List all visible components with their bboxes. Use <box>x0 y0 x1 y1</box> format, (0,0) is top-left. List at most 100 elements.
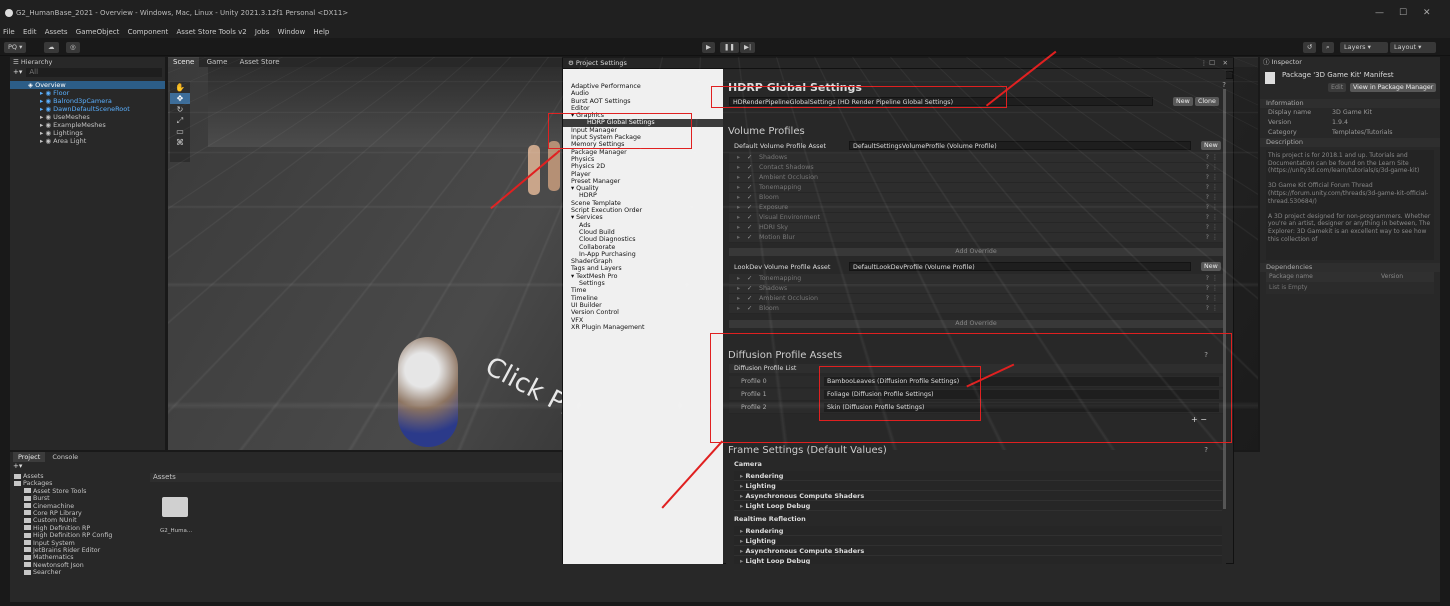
checkbox-icon[interactable]: ✓ <box>747 173 752 183</box>
checkbox-icon[interactable]: ✓ <box>747 233 752 243</box>
menu-edit[interactable]: Edit <box>23 28 37 36</box>
checkbox-icon[interactable]: ✓ <box>747 163 752 173</box>
breadcrumb-assets[interactable]: Assets <box>153 473 176 481</box>
settings-category-item[interactable]: Burst AOT Settings <box>563 98 723 105</box>
more-icon[interactable]: ⋮ <box>1212 294 1218 304</box>
frame-setting-row[interactable]: ▸ Lighting <box>734 536 1222 546</box>
hierarchy-item[interactable]: ▸ ◉ DawnDefaultSceneRoot <box>10 105 165 113</box>
hierarchy-tab[interactable]: Hierarchy <box>21 58 52 66</box>
default-profile-field[interactable]: DefaultSettingsVolumeProfile (Volume Pro… <box>849 141 1191 150</box>
account-dropdown[interactable]: PQ ▾ <box>4 42 27 53</box>
foldout-icon[interactable]: ▸ <box>737 233 740 243</box>
settings-category-item[interactable]: ShaderGraph <box>563 258 723 265</box>
hierarchy-item[interactable]: ▸ ◉ Area Light <box>10 137 165 145</box>
menu-file[interactable]: File <box>3 28 15 36</box>
project-tree-item[interactable]: Core RP Library <box>10 510 148 517</box>
override-row[interactable]: ▸ ✓ Tonemapping? ⋮ <box>729 183 1223 193</box>
hierarchy-item[interactable]: ◈ Overview <box>10 81 165 89</box>
foldout-icon[interactable]: ▸ <box>737 294 740 304</box>
project-tree-item[interactable]: High Definition RP <box>10 525 148 532</box>
help-icon[interactable]: ? <box>1206 304 1209 314</box>
override-row[interactable]: ▸ ✓ Bloom? ⋮ <box>729 193 1223 203</box>
more-icon[interactable]: ⋮ <box>1212 284 1218 294</box>
add-override-button[interactable]: Add Override <box>729 248 1223 256</box>
more-icon[interactable]: ⋮ <box>1212 203 1218 213</box>
minimize-button[interactable]: — <box>1375 0 1384 27</box>
help-icon[interactable]: ? <box>1206 233 1209 243</box>
inspector-tab[interactable]: Inspector <box>1272 58 1302 66</box>
lookdev-new-button[interactable]: New <box>1201 262 1221 271</box>
scale-tool-icon[interactable]: ⤢ <box>170 115 190 126</box>
hierarchy-search-input[interactable]: All <box>26 68 162 77</box>
checkbox-icon[interactable]: ✓ <box>747 304 752 314</box>
settings-category-item[interactable]: Cloud Build <box>563 229 723 236</box>
more-icon[interactable]: ⋮ <box>1212 163 1218 173</box>
checkbox-icon[interactable]: ✓ <box>747 294 752 304</box>
more-icon[interactable]: ⋮ <box>1212 233 1218 243</box>
foldout-icon[interactable]: ▸ <box>737 223 740 233</box>
foldout-icon[interactable]: ▸ <box>737 304 740 314</box>
foldout-icon[interactable]: ▸ <box>737 183 740 193</box>
override-row[interactable]: ▸ ✓ Ambient Occlusion? ⋮ <box>729 173 1223 183</box>
menu-gameobject[interactable]: GameObject <box>76 28 120 36</box>
settings-category-item[interactable]: VFX <box>563 317 723 324</box>
help-icon[interactable]: ? <box>1206 193 1209 203</box>
override-row[interactable]: ▸ ✓ Shadows? ⋮ <box>729 284 1223 294</box>
frame-setting-row[interactable]: ▸ Light Loop Debug <box>734 501 1222 511</box>
transform-tool-icon[interactable]: ⌘ <box>170 137 190 148</box>
help-icon[interactable]: ? <box>1206 173 1209 183</box>
more-icon[interactable]: ⋮ <box>1212 223 1218 233</box>
settings-category-item[interactable]: Time <box>563 287 723 294</box>
frame-setting-row[interactable]: ▸ Rendering <box>734 526 1222 536</box>
tab-scene[interactable]: Scene <box>168 57 200 67</box>
hierarchy-item[interactable]: ▸ ◉ UseMeshes <box>10 113 165 121</box>
settings-category-item[interactable]: Player <box>563 171 723 178</box>
settings-category-item[interactable]: HDRP <box>563 192 723 199</box>
settings-category-item[interactable]: ▾ Quality <box>563 185 723 192</box>
settings-category-item[interactable]: Physics <box>563 156 723 163</box>
settings-category-item[interactable]: Package Manager <box>563 149 723 156</box>
frame-help-icon[interactable]: ? <box>1204 446 1208 454</box>
override-row[interactable]: ▸ ✓ Motion Blur? ⋮ <box>729 233 1223 243</box>
settings-category-item[interactable]: Audio <box>563 90 723 97</box>
project-tree-item[interactable]: Input System <box>10 540 148 547</box>
layout-dropdown[interactable]: Layout ▾ <box>1390 42 1436 53</box>
settings-category-item[interactable]: ▾ TextMesh Pro <box>563 273 723 280</box>
settings-category-item[interactable]: UI Builder <box>563 302 723 309</box>
help-icon[interactable]: ? <box>1206 294 1209 304</box>
checkbox-icon[interactable]: ✓ <box>747 213 752 223</box>
frame-setting-row[interactable]: ▸ Rendering <box>734 471 1222 481</box>
settings-category-item[interactable]: Scene Template <box>563 200 723 207</box>
override-row[interactable]: ▸ ✓ Exposure? ⋮ <box>729 203 1223 213</box>
project-tree-item[interactable]: Burst <box>10 495 148 502</box>
override-row[interactable]: ▸ ✓ Visual Environment? ⋮ <box>729 213 1223 223</box>
checkbox-icon[interactable]: ✓ <box>747 153 752 163</box>
new-button[interactable]: New <box>1173 97 1193 106</box>
tab-project[interactable]: Project <box>13 452 46 462</box>
menu-jobs[interactable]: Jobs <box>255 28 269 36</box>
settings-close-icon[interactable]: ✕ <box>1223 58 1228 69</box>
hierarchy-item[interactable]: ▸ ◉ Lightings <box>10 129 165 137</box>
settings-category-item[interactable]: Timeline <box>563 295 723 302</box>
foldout-icon[interactable]: ▸ <box>737 153 740 163</box>
foldout-icon[interactable]: ▸ <box>737 163 740 173</box>
checkbox-icon[interactable]: ✓ <box>747 284 752 294</box>
frame-setting-row[interactable]: ▸ Lighting <box>734 481 1222 491</box>
settings-category-item[interactable]: Collaborate <box>563 244 723 251</box>
cloud-icon[interactable]: ☁ <box>44 42 59 53</box>
help-icon[interactable]: ? <box>1222 81 1226 89</box>
close-button[interactable]: ✕ <box>1423 0 1431 27</box>
project-tree-item[interactable]: Assets <box>10 473 148 480</box>
more-icon[interactable]: ⋮ <box>1212 274 1218 284</box>
history-icon[interactable]: ↺ <box>1303 42 1317 53</box>
checkbox-icon[interactable]: ✓ <box>747 274 752 284</box>
project-tree-item[interactable]: Cinemachine <box>10 503 148 510</box>
settings-category-item[interactable]: Tags and Layers <box>563 265 723 272</box>
settings-category-item[interactable]: Script Execution Order <box>563 207 723 214</box>
search-icon[interactable]: ⌕ <box>1322 42 1334 53</box>
menu-component[interactable]: Component <box>128 28 169 36</box>
settings-category-item[interactable]: Cloud Diagnostics <box>563 236 723 243</box>
foldout-icon[interactable]: ▸ <box>737 274 740 284</box>
folder-icon[interactable] <box>162 497 188 517</box>
hierarchy-item[interactable]: ▸ ◉ Balrond3pCamera <box>10 97 165 105</box>
